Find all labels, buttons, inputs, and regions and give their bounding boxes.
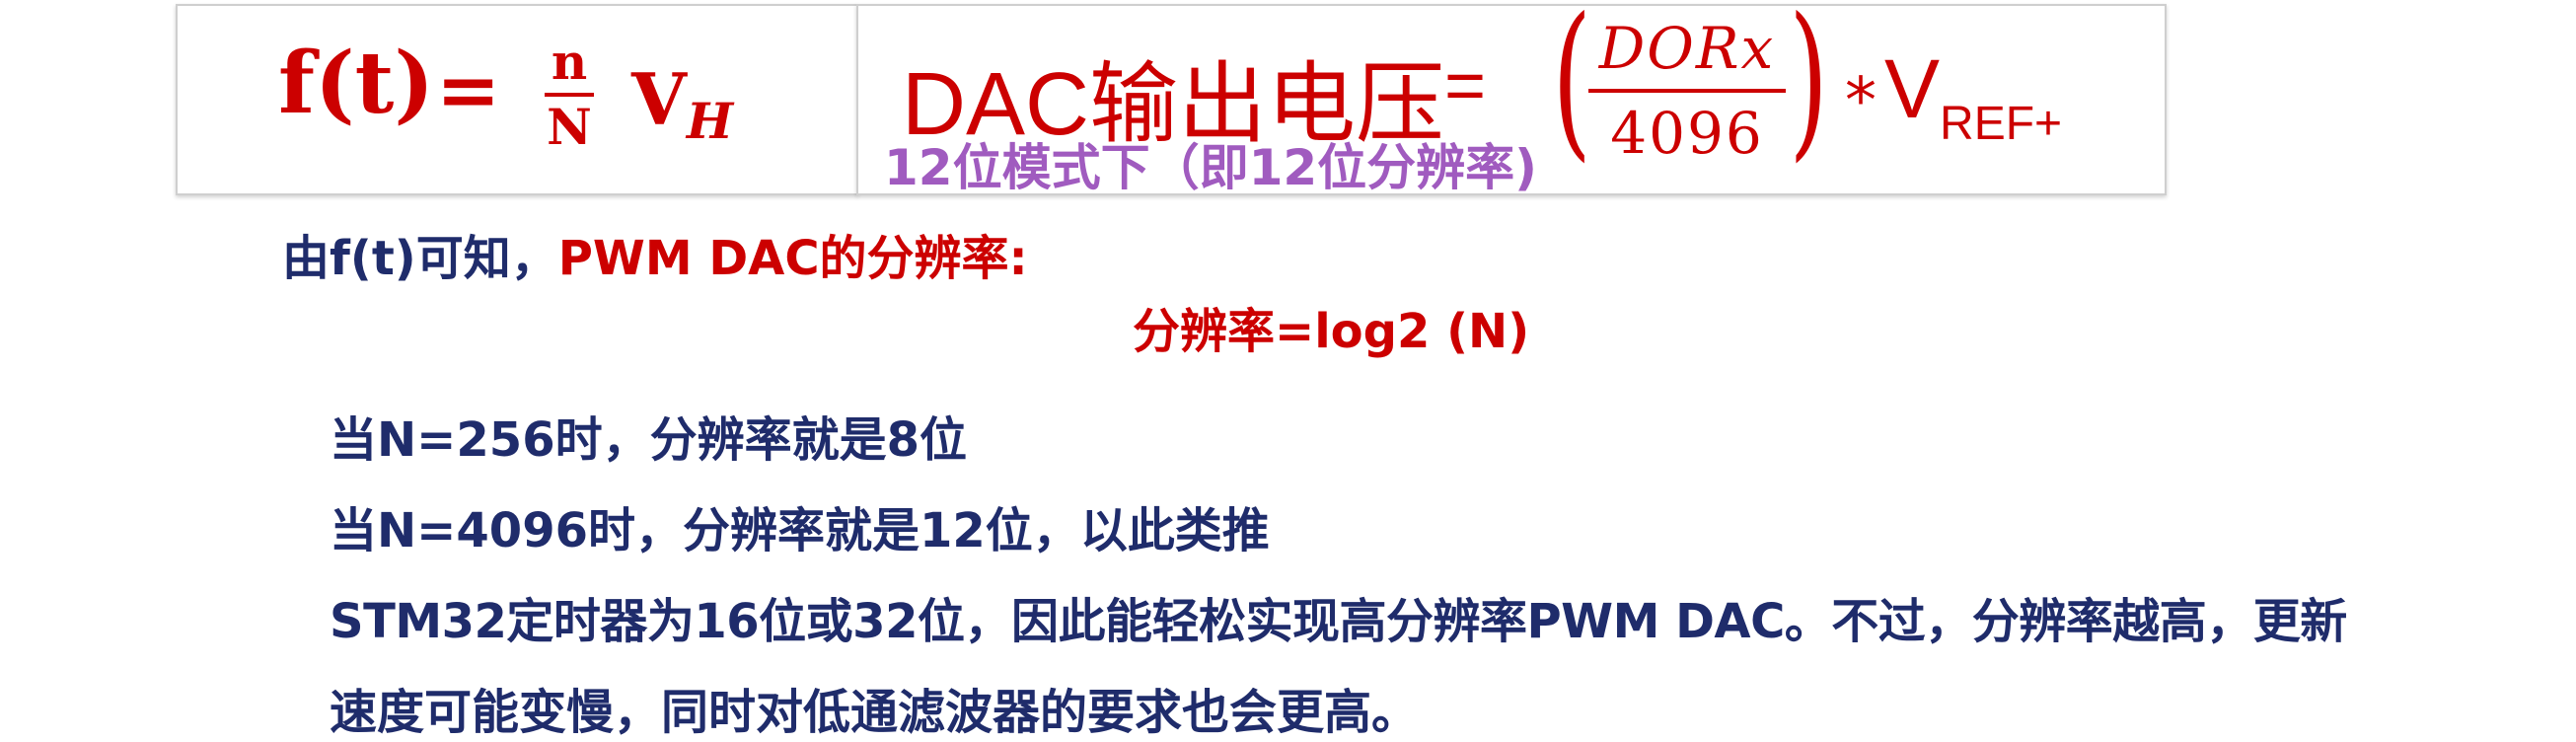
vref-subscript: REF+ [1940, 98, 2063, 150]
formula-equals: = [436, 45, 501, 135]
open-paren: ( [1552, 0, 1592, 178]
close-paren: ) [1789, 0, 1829, 178]
example-n4096: 当N=4096时，分辨率就是12位，以此类推 [330, 503, 1270, 558]
dac-numerator: DORx [1598, 15, 1776, 82]
pwm-formula-box: f(t) = n N VH [176, 4, 858, 195]
fraction-numerator: n [551, 33, 588, 91]
resolution-formula: 分辨率=log2 (N) [1133, 304, 1530, 359]
intro-line: 由f(t)可知，PWM DAC的分辨率: [282, 219, 1028, 288]
fraction-bar [545, 93, 594, 97]
fraction-denominator: N [547, 98, 592, 156]
dac-formula-box: DAC输出电压 = ( DORx 4096 ) * VREF+ 12位模式下（即… [856, 0, 2167, 196]
multiply-sign: * [1845, 65, 1877, 138]
dac-equals: = [1444, 46, 1487, 125]
intro-highlight: PWM DAC的分辨率: [557, 231, 1028, 286]
vref-symbol: V [1884, 42, 1941, 135]
vref-term: VREF+ [1884, 41, 2062, 151]
voltage-subscript: H [686, 92, 734, 150]
example-n256: 当N=256时，分辨率就是8位 [330, 412, 967, 468]
formula-voltage: VH [631, 57, 733, 150]
dac-denominator: 4096 [1610, 100, 1764, 167]
voltage-symbol: V [631, 57, 687, 141]
mode-note: 12位模式下（即12位分辨率) [884, 139, 1538, 196]
intro-prefix: 由f(t)可知， [282, 231, 558, 286]
formula-lhs: f(t) [278, 34, 435, 133]
dac-fraction: DORx 4096 [1588, 14, 1786, 168]
stm32-note-line1: STM32定时器为16位或32位，因此能轻松实现高分辨率PWM DAC。不过，分… [330, 594, 2347, 649]
formula-fraction: n N [545, 36, 594, 154]
stm32-note-line2: 速度可能变慢，同时对低通滤波器的要求也会更高。 [330, 685, 1420, 740]
dac-fraction-bar [1588, 89, 1786, 93]
